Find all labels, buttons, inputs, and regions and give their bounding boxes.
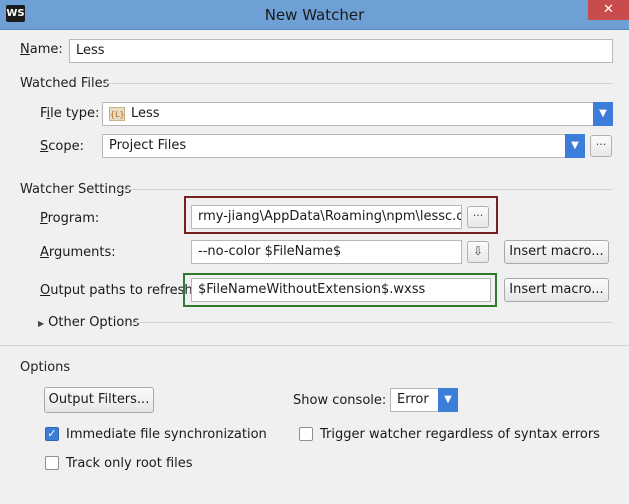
close-button[interactable]: ✕ — [588, 0, 629, 20]
immediate-sync-label: Immediate file synchronization — [66, 427, 267, 442]
arguments-input[interactable]: --no-color $FileName$ — [191, 240, 462, 264]
insert-macro-output-button[interactable]: Insert macro... — [504, 278, 609, 302]
section-divider — [104, 83, 613, 84]
browse-scope-button[interactable]: ··· — [590, 135, 612, 157]
chevron-down-icon[interactable]: ▼ — [438, 388, 458, 412]
scope-select[interactable]: Project Files ▼ — [102, 134, 585, 158]
program-label: Program: — [40, 211, 100, 226]
trigger-watcher-label: Trigger watcher regardless of syntax err… — [320, 427, 600, 442]
watcher-settings-section-label: Watcher Settings — [20, 182, 132, 197]
expand-arguments-icon[interactable]: ⇩ — [467, 241, 489, 263]
other-options-toggle[interactable]: ▶ Other Options — [38, 315, 139, 330]
scope-value: Project Files — [109, 138, 187, 153]
section-divider — [132, 322, 613, 323]
section-divider — [116, 189, 613, 190]
window-title: New Watcher — [264, 6, 365, 24]
immediate-sync-checkbox[interactable]: ✓ — [45, 427, 59, 441]
chevron-down-icon[interactable]: ▼ — [593, 102, 613, 126]
less-file-icon: {L} — [109, 106, 125, 121]
program-input[interactable]: rmy-jiang\AppData\Roaming\npm\lessc.cmd — [191, 205, 462, 229]
output-paths-label: Output paths to refresh: — [40, 283, 198, 298]
output-paths-input[interactable]: $FileNameWithoutExtension$.wxss — [191, 278, 491, 302]
name-label: Name: — [20, 42, 63, 57]
watched-files-section-label: Watched Files — [20, 76, 110, 91]
name-label-rest: ame: — [29, 42, 63, 57]
chevron-down-icon[interactable]: ▼ — [565, 134, 585, 158]
arguments-label: Arguments: — [40, 245, 116, 260]
options-divider — [0, 345, 629, 346]
scope-label: Scope: — [40, 139, 84, 154]
show-console-label: Show console: — [293, 393, 387, 408]
chevron-right-icon: ▶ — [38, 319, 45, 328]
track-root-checkbox[interactable] — [45, 456, 59, 470]
show-console-value: Error — [397, 392, 429, 407]
file-type-select[interactable]: {L} Less ▼ — [102, 102, 613, 126]
track-root-label: Track only root files — [66, 456, 193, 471]
browse-program-button[interactable]: ··· — [467, 206, 489, 228]
output-filters-button[interactable]: Output Filters... — [44, 387, 154, 413]
options-section-label: Options — [20, 360, 71, 375]
other-options-label: Other Options — [48, 315, 140, 330]
file-type-value: Less — [131, 106, 160, 121]
trigger-watcher-checkbox[interactable] — [299, 427, 313, 441]
insert-macro-arguments-button[interactable]: Insert macro... — [504, 240, 609, 264]
name-input[interactable]: Less — [69, 39, 613, 63]
show-console-select[interactable]: Error ▼ — [390, 388, 458, 412]
file-type-label: File type: — [40, 106, 100, 121]
